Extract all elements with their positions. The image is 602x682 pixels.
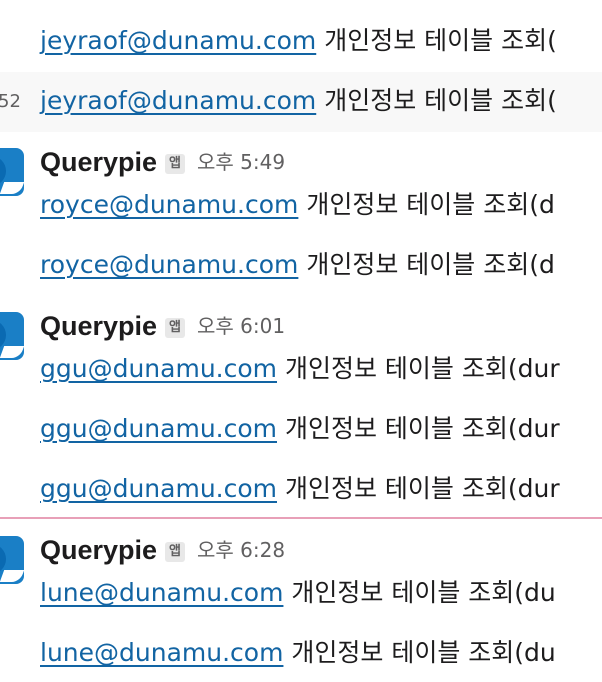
message-time[interactable]: 오후 6:28 xyxy=(197,538,285,562)
message-body: jeyraof@dunamu.com 개인정보 테이블 조회( xyxy=(40,85,557,117)
email-link[interactable]: lune@dunamu.com xyxy=(40,638,283,667)
message-text: 개인정보 테이블 조회(du xyxy=(291,638,556,667)
app-badge: 앱 xyxy=(165,154,186,174)
message-time[interactable]: 오후 6:01 xyxy=(197,314,285,338)
querypie-avatar[interactable] xyxy=(0,148,24,196)
message-text: 개인정보 테이블 조회(d xyxy=(306,250,555,279)
message-row[interactable]: jeyraof@dunamu.com 개인정보 테이블 조회( xyxy=(0,12,602,72)
email-link[interactable]: ggu@dunamu.com xyxy=(40,414,277,443)
message-text: 개인정보 테이블 조회(dur xyxy=(284,354,560,383)
message-body: ggu@dunamu.com 개인정보 테이블 조회(dur xyxy=(40,473,560,505)
message-header: Querypie 앱 오후 6:28 xyxy=(40,533,285,571)
app-badge: 앱 xyxy=(165,542,186,562)
email-link[interactable]: lune@dunamu.com xyxy=(40,578,283,607)
email-link[interactable]: jeyraof@dunamu.com xyxy=(40,86,316,115)
sender-name[interactable]: Querypie xyxy=(40,311,157,341)
message-body: ggu@dunamu.com 개인정보 테이블 조회(dur xyxy=(40,413,560,445)
message-text: 개인정보 테이블 조회(dur xyxy=(284,414,560,443)
email-link[interactable]: royce@dunamu.com xyxy=(40,190,298,219)
message-text: 개인정보 테이블 조회(du xyxy=(291,578,556,607)
email-link[interactable]: jeyraof@dunamu.com xyxy=(40,26,316,55)
querypie-avatar[interactable] xyxy=(0,536,24,584)
new-messages-divider xyxy=(0,517,602,519)
email-link[interactable]: ggu@dunamu.com xyxy=(40,354,277,383)
message-text: 개인정보 테이블 조회( xyxy=(324,86,557,115)
message-header: Querypie 앱 오후 5:49 xyxy=(40,145,285,183)
hover-timestamp[interactable]: 52 xyxy=(0,90,21,114)
querypie-avatar[interactable] xyxy=(0,312,24,360)
sender-name[interactable]: Querypie xyxy=(40,535,157,565)
sender-name[interactable]: Querypie xyxy=(40,147,157,177)
message-text: 개인정보 테이블 조회( xyxy=(324,26,557,55)
message-text: 개인정보 테이블 조회(dur xyxy=(284,474,560,503)
message-body: jeyraof@dunamu.com 개인정보 테이블 조회( xyxy=(40,25,557,57)
app-badge: 앱 xyxy=(165,318,186,338)
message-body: royce@dunamu.com 개인정보 테이블 조회(d xyxy=(40,249,555,281)
message-row-hovered[interactable]: 52 jeyraof@dunamu.com 개인정보 테이블 조회( xyxy=(0,72,602,132)
email-link[interactable]: royce@dunamu.com xyxy=(40,250,298,279)
message-body: ggu@dunamu.com 개인정보 테이블 조회(dur xyxy=(40,353,560,385)
message-header: Querypie 앱 오후 6:01 xyxy=(40,309,285,347)
message-time[interactable]: 오후 5:49 xyxy=(197,150,285,174)
email-link[interactable]: ggu@dunamu.com xyxy=(40,474,277,503)
message-body: lune@dunamu.com 개인정보 테이블 조회(du xyxy=(40,637,556,669)
message-body: lune@dunamu.com 개인정보 테이블 조회(du xyxy=(40,577,556,609)
message-body: royce@dunamu.com 개인정보 테이블 조회(d xyxy=(40,189,555,221)
message-text: 개인정보 테이블 조회(d xyxy=(306,190,555,219)
